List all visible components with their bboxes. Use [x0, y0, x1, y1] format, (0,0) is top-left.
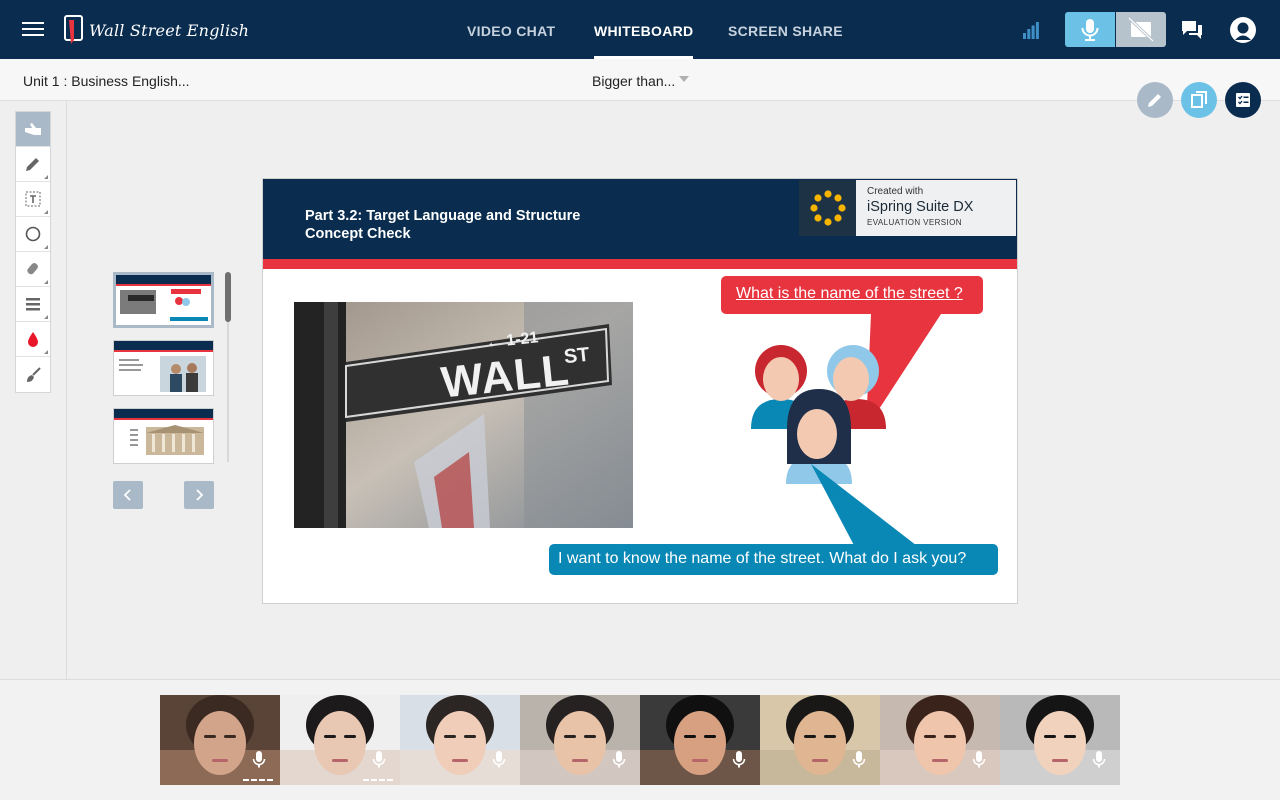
chat-icon[interactable]	[1180, 18, 1204, 42]
pencil-icon	[1148, 94, 1161, 107]
camera-off-icon	[1127, 16, 1155, 43]
ispring-watermark: Created with iSpring Suite DX EVALUATION…	[799, 180, 1016, 236]
pencil-tool[interactable]	[16, 147, 50, 182]
audio-level-indicator	[363, 779, 393, 781]
annotate-button[interactable]	[1137, 82, 1173, 118]
participant-video	[280, 695, 400, 785]
microphone-icon	[372, 751, 386, 768]
checklist-icon	[1236, 93, 1250, 107]
ispring-evaluation: EVALUATION VERSION	[867, 218, 962, 227]
participant-video-tile[interactable]	[760, 695, 880, 785]
shape-tool[interactable]	[16, 217, 50, 252]
sign-st: ST	[562, 343, 591, 369]
participant-video	[880, 695, 1000, 785]
thumbnail-preview	[114, 409, 213, 463]
participant-video	[520, 695, 640, 785]
ispring-product-name: iSpring Suite DX	[867, 199, 974, 215]
participant-video-tile[interactable]	[280, 695, 400, 785]
tab-video-chat[interactable]: VIDEO CHAT	[467, 0, 555, 59]
slide-title-line-1: Part 3.2: Target Language and Structure	[305, 208, 581, 224]
color-drop-icon	[28, 332, 38, 347]
microphone-icon	[732, 751, 746, 768]
microphone-icon	[252, 751, 266, 768]
line-weight-icon	[26, 298, 40, 311]
slide-title: Part 3.2: Target Language and Structure …	[305, 207, 580, 243]
logo-icon	[64, 15, 83, 44]
chevron-down-icon	[679, 76, 690, 82]
wall-street-sign-image	[294, 302, 633, 528]
camera-toggle-button[interactable]	[1116, 12, 1166, 47]
pointer-icon	[25, 123, 41, 135]
participant-video-tile[interactable]	[160, 695, 280, 785]
drawing-toolbar	[15, 111, 51, 393]
participant-video-tile[interactable]	[520, 695, 640, 785]
slide-thumbnail-2[interactable]	[113, 340, 214, 396]
previous-slide-button[interactable]	[113, 481, 143, 509]
slide-title-line-2: Concept Check	[305, 226, 411, 242]
slide-stripe	[263, 259, 1017, 269]
participant-video	[760, 695, 880, 785]
text-tool[interactable]	[16, 182, 50, 217]
question-text: What is the name of the street ?	[736, 285, 963, 302]
slide-selector-dropdown[interactable]: Bigger than...	[592, 73, 690, 89]
text-icon	[25, 191, 41, 207]
wall-street-photo: ← 1-21 WALL ST	[294, 302, 633, 528]
color-tool[interactable]	[16, 322, 50, 357]
audio-level-indicator	[243, 779, 273, 781]
slide-selector-label: Bigger than...	[592, 73, 676, 89]
lesson-subheader: Unit 1 : Business English... Bigger than…	[0, 59, 1280, 101]
wall-street-english-logo: Wall Street English	[64, 14, 249, 46]
clear-tool[interactable]	[16, 357, 50, 392]
slide-thumbnail-1[interactable]	[113, 272, 214, 328]
participant-video-tile[interactable]	[880, 695, 1000, 785]
thumbnail-preview	[116, 275, 211, 325]
slide-thumbnail-3[interactable]	[113, 408, 214, 464]
clear-brush-icon	[27, 366, 41, 382]
eraser-tool[interactable]	[16, 252, 50, 287]
chevron-left-icon	[123, 489, 131, 501]
unit-title: Unit 1 : Business English...	[23, 73, 190, 89]
participant-video-tile[interactable]	[1000, 695, 1120, 785]
ispring-logo	[799, 180, 856, 236]
copy-icon	[1191, 91, 1207, 108]
chevron-right-icon	[196, 489, 204, 501]
participant-video	[1000, 695, 1120, 785]
line-weight-tool[interactable]	[16, 287, 50, 322]
menu-icon[interactable]	[22, 19, 44, 39]
participant-video	[640, 695, 760, 785]
whiteboard-slide[interactable]: Part 3.2: Target Language and Structure …	[262, 178, 1018, 604]
answer-text: I want to know the name of the street. W…	[558, 550, 967, 567]
microphone-icon	[612, 751, 626, 768]
answer-bubble: I want to know the name of the street. W…	[549, 544, 998, 575]
people-illustration	[751, 314, 941, 549]
participant-video	[160, 695, 280, 785]
pencil-icon	[26, 158, 39, 171]
participant-video-tile[interactable]	[640, 695, 760, 785]
ispring-sun-icon	[809, 190, 846, 226]
participant-video	[400, 695, 520, 785]
checklist-button[interactable]	[1225, 82, 1261, 118]
circle-icon	[25, 226, 41, 242]
copy-button[interactable]	[1181, 82, 1217, 118]
profile-icon[interactable]	[1229, 16, 1257, 44]
participant-video-tile[interactable]	[400, 695, 520, 785]
microphone-icon	[852, 751, 866, 768]
tab-screen-share[interactable]: SCREEN SHARE	[728, 0, 843, 59]
microphone-icon	[1092, 751, 1106, 768]
microphone-icon	[1081, 19, 1099, 41]
thumbnail-scrollbar[interactable]	[225, 272, 231, 322]
microphone-icon	[972, 751, 986, 768]
pointer-tool[interactable]	[16, 112, 50, 147]
signal-icon	[1023, 22, 1039, 39]
microphone-toggle-button[interactable]	[1065, 12, 1115, 47]
thumbnail-preview	[114, 341, 213, 395]
top-navigation-bar: Wall Street English VIDEO CHAT WHITEBOAR…	[0, 0, 1280, 59]
microphone-icon	[492, 751, 506, 768]
logo-text: Wall Street English	[89, 20, 250, 40]
eraser-icon	[27, 263, 38, 275]
tab-whiteboard[interactable]: WHITEBOARD	[594, 0, 694, 59]
ispring-created-with: Created with	[867, 186, 924, 197]
next-slide-button[interactable]	[184, 481, 214, 509]
